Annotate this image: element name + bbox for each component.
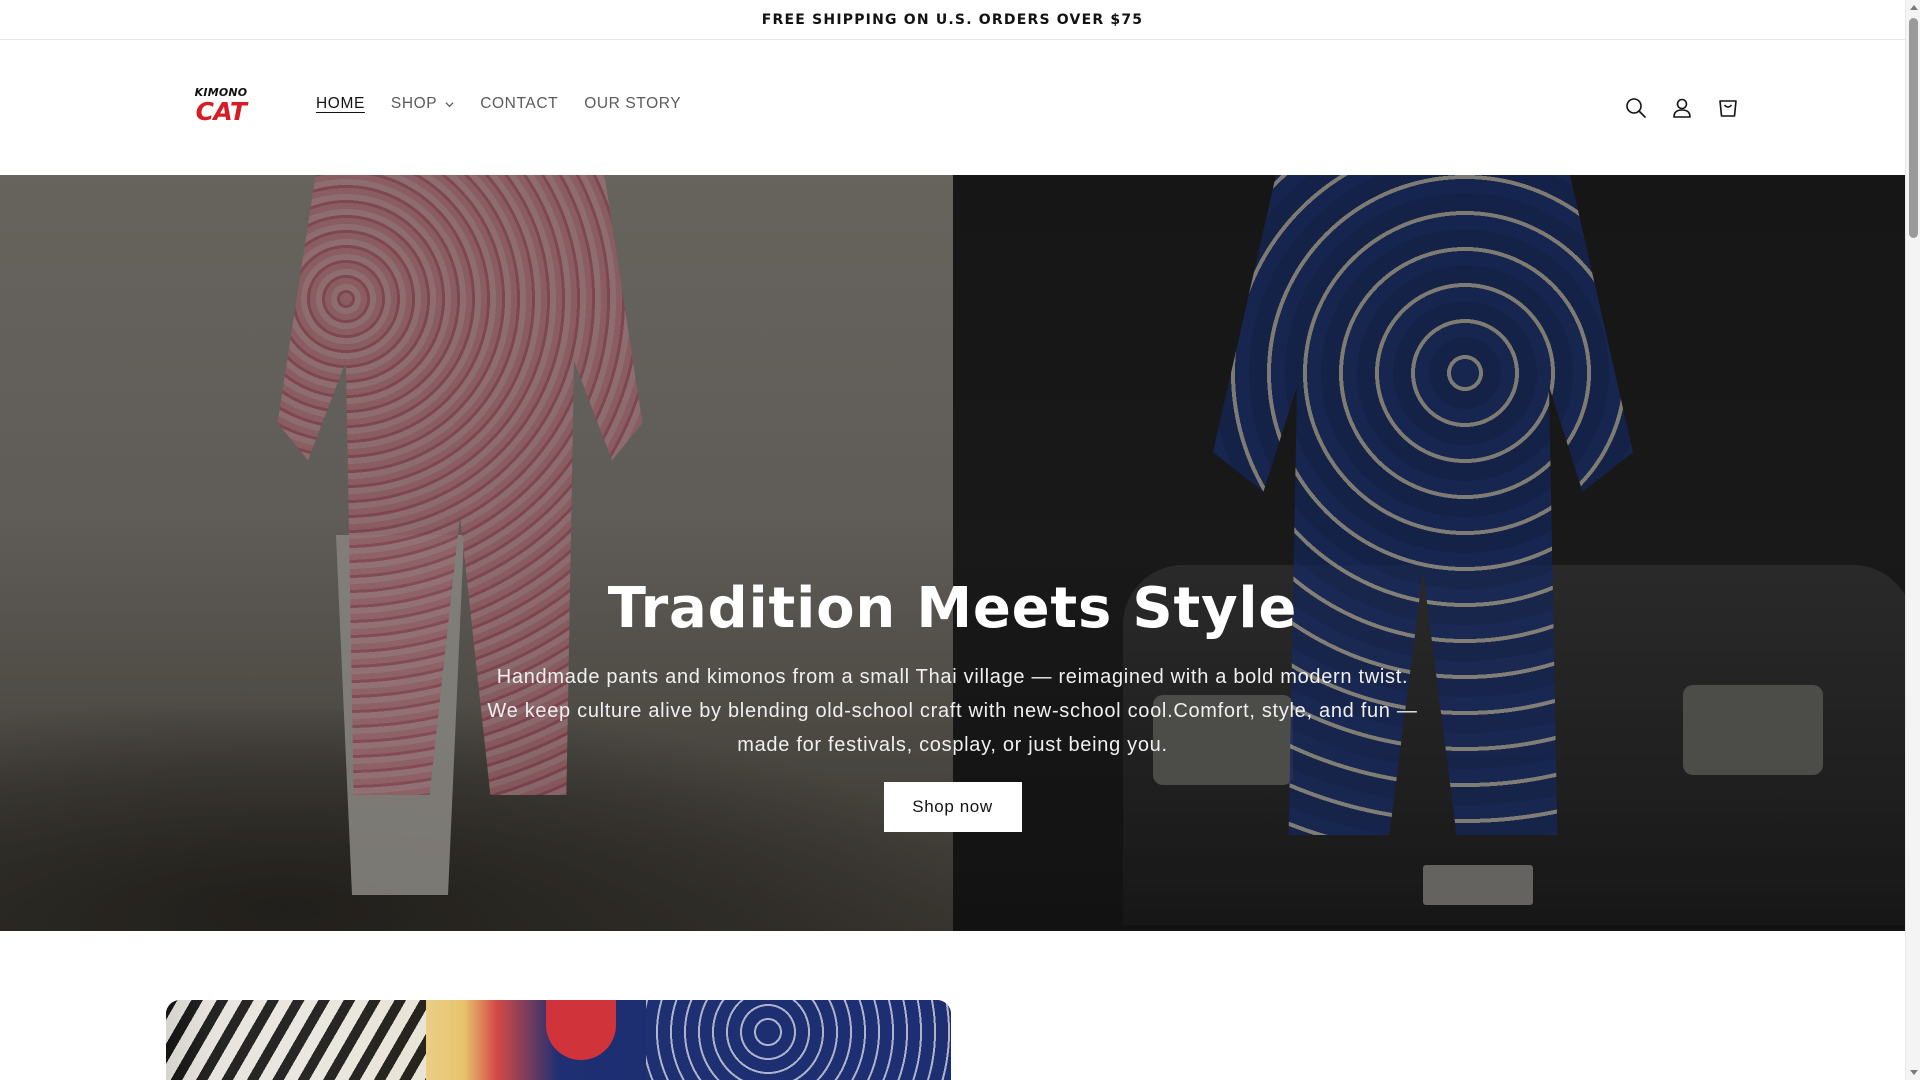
cart-icon [1719,100,1737,117]
fabric-pattern [646,1000,951,1080]
hero-banner: Tradition Meets Style Handmade pants and… [0,175,1905,931]
main-nav: HOME SHOP CONTACT OUR STORY [316,95,707,113]
logo-line-2: CAT [195,97,247,126]
cart-button[interactable] [1706,93,1750,123]
shop-now-button[interactable]: Shop now [883,782,1022,833]
search-button[interactable] [1614,93,1658,123]
account-button[interactable] [1660,93,1704,123]
scroll-up-arrow-icon[interactable] [1910,5,1918,10]
scroll-down-arrow-icon[interactable] [1910,1070,1918,1075]
hero-description: Handmade pants and kimonos from a small … [487,666,1418,757]
announcement-bar: FREE SHIPPING ON U.S. ORDERS OVER $75 [0,0,1905,40]
logo[interactable]: KIMONO CAT [195,87,247,129]
hero-content: Tradition Meets Style Handmade pants and… [450,575,1455,833]
nav-item-home[interactable]: HOME [316,95,365,113]
scroll-thumb[interactable] [1909,18,1918,238]
hero-title: Tradition Meets Style [607,576,1298,641]
nav-item-home-label: HOME [316,95,365,112]
nav-item-our-story[interactable]: OUR STORY [584,95,681,113]
nav-item-contact[interactable]: CONTACT [480,95,558,113]
header-icons [1614,93,1752,123]
fabric-red-shape [546,1000,616,1060]
chevron-down-icon [445,101,454,107]
page-scrollbar[interactable] [1905,0,1920,1080]
nav-item-our-story-label: OUR STORY [584,95,682,112]
account-icon [1673,98,1691,118]
collection-image-card[interactable] [166,1000,951,1080]
nav-item-contact-label: CONTACT [480,95,559,112]
announcement-text: FREE SHIPPING ON U.S. ORDERS OVER $75 [761,11,1144,28]
fabric-stripes [166,1000,426,1080]
site-header: KIMONO CAT HOME SHOP CONTACT OUR STORY [0,41,1905,175]
nav-item-shop-label: SHOP [390,95,438,112]
nav-item-shop[interactable]: SHOP [391,95,454,113]
search-icon [1626,98,1646,118]
